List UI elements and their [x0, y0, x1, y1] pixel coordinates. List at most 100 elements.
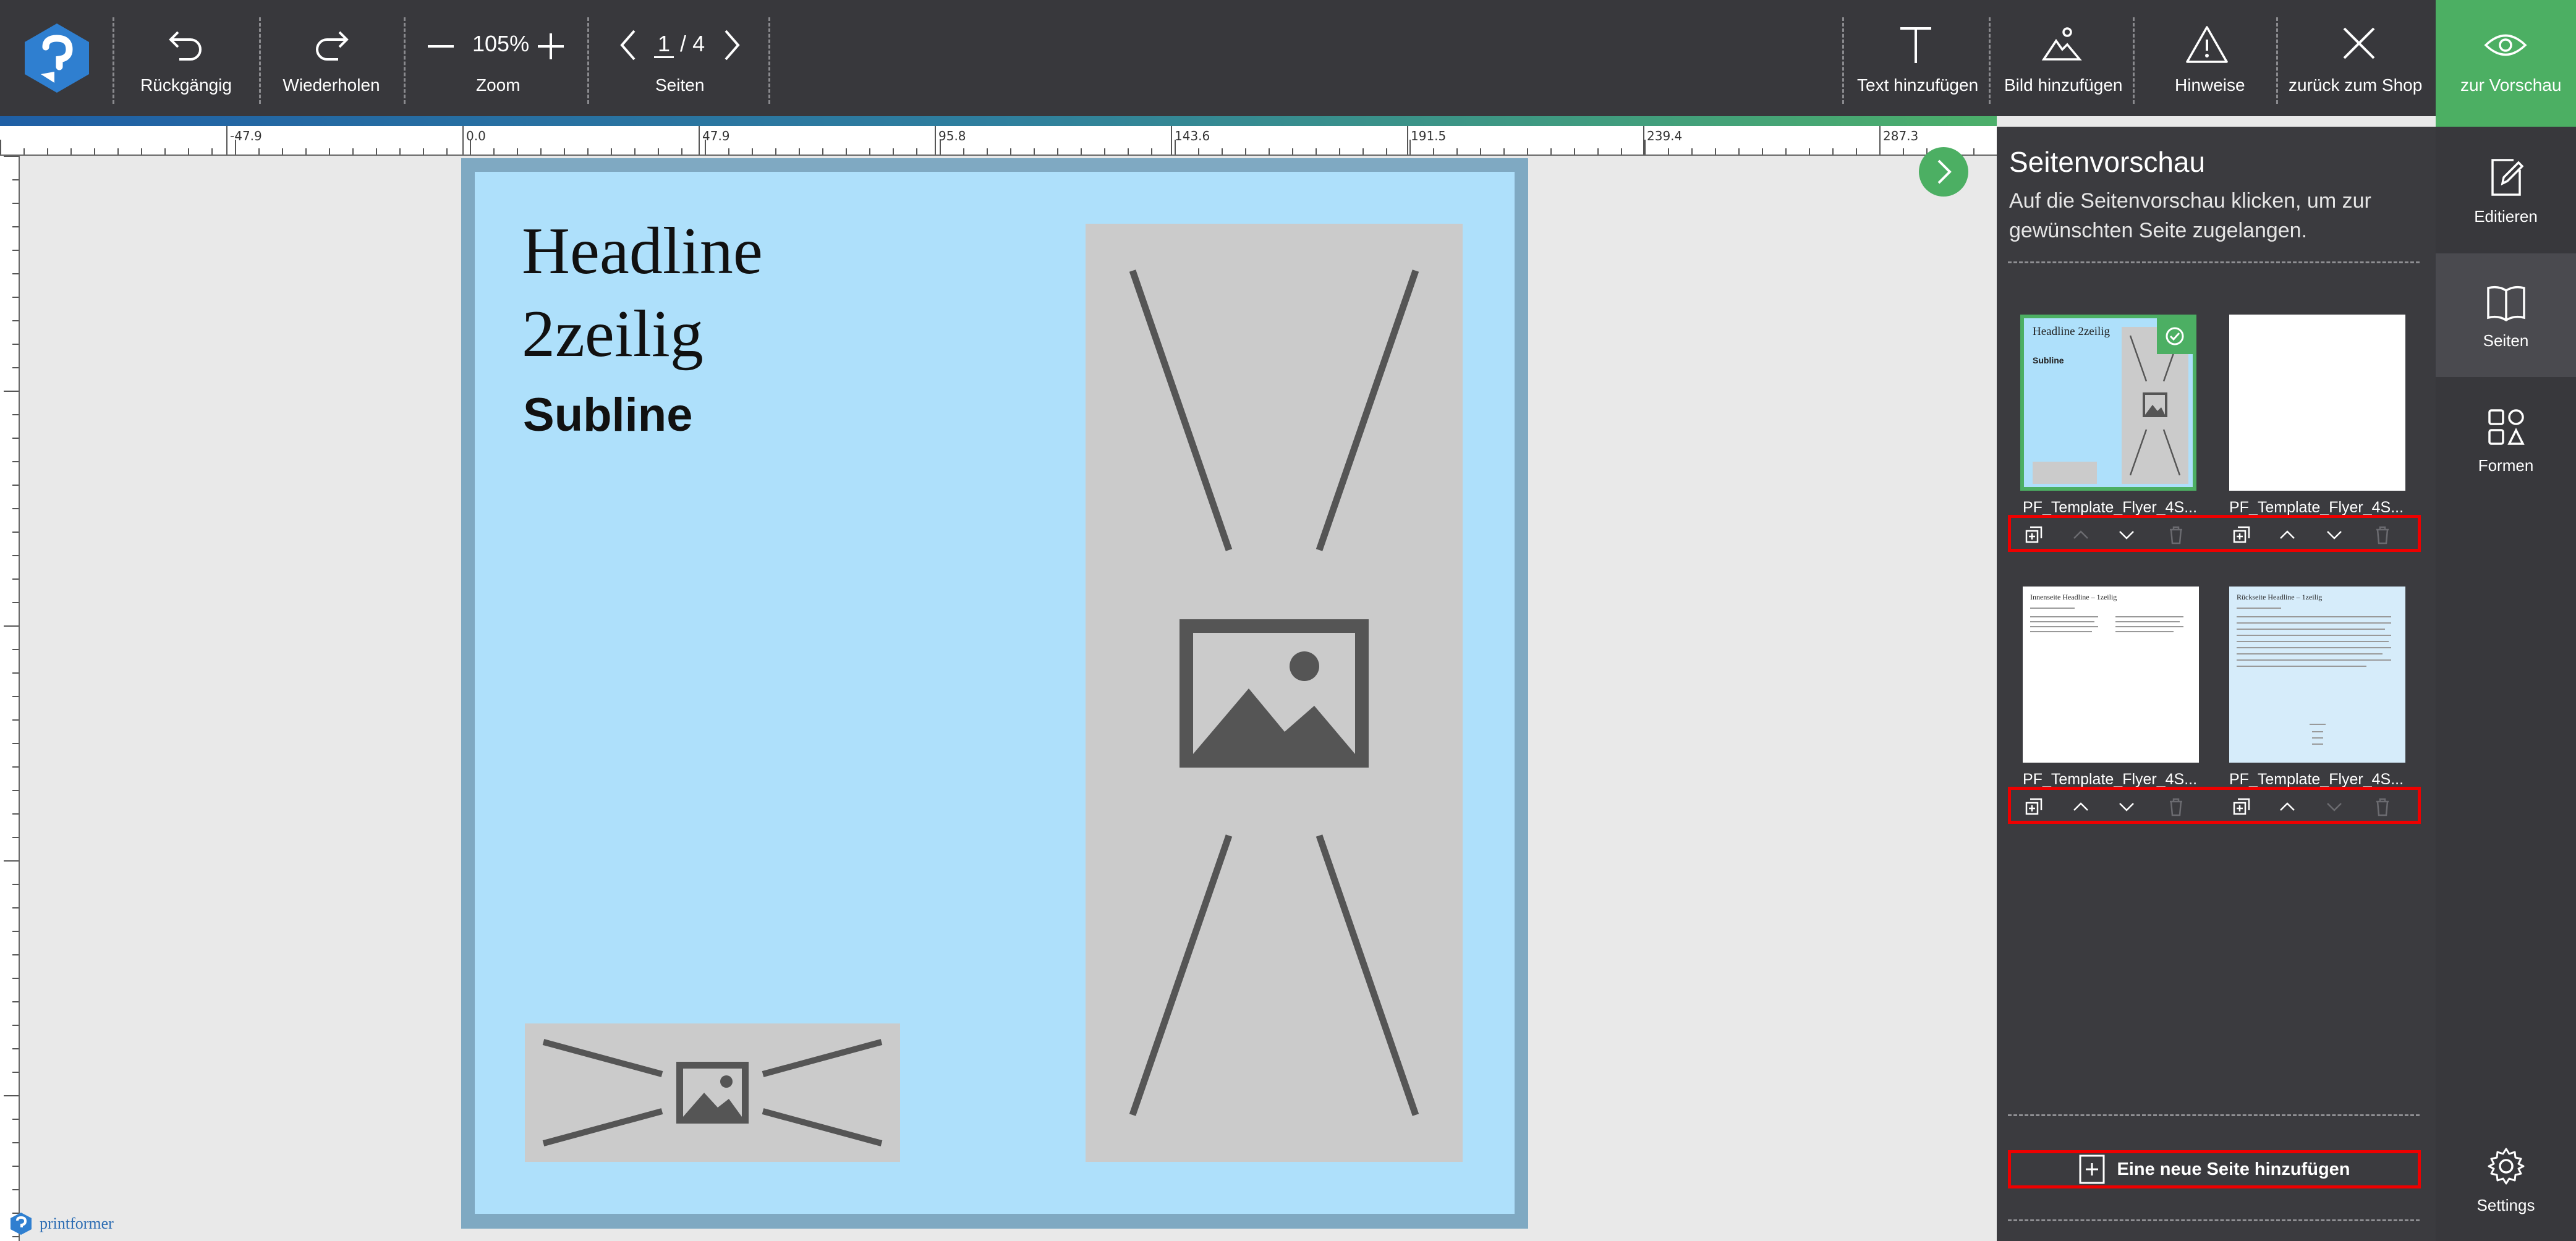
ruler-tick: [4, 1095, 19, 1096]
ruler-tick: [1809, 148, 1810, 155]
ruler-tick: [12, 578, 19, 580]
image-placeholder-small[interactable]: [525, 1023, 900, 1162]
move-down-button[interactable]: [2116, 796, 2137, 817]
ruler-tick: [634, 148, 635, 155]
move-down-button[interactable]: [2116, 524, 2137, 545]
ruler-tick: [658, 148, 659, 155]
hints-label: Hinweise: [2175, 75, 2245, 95]
duplicate-page-button[interactable]: [2231, 524, 2252, 545]
ruler-tick: [12, 250, 19, 251]
ruler-tick: [869, 148, 870, 155]
app-logo[interactable]: [0, 0, 114, 116]
ruler-tick: [846, 148, 847, 155]
ruler-tick: [211, 148, 213, 155]
current-page[interactable]: 1: [654, 31, 674, 58]
trash-button: [2372, 796, 2393, 817]
headline-text[interactable]: Headline 2zeilig: [522, 210, 763, 376]
ruler-tick: [1480, 148, 1481, 155]
ruler-tick: [12, 555, 19, 556]
sidebar-item-settings[interactable]: Settings: [2436, 1116, 2576, 1239]
page-thumbnail-2[interactable]: [2229, 315, 2405, 491]
zoom-in-icon[interactable]: [535, 31, 566, 62]
ruler-tick: [12, 226, 19, 227]
sidebar-pages-label: Seiten: [2483, 331, 2529, 350]
add-new-page-label: Eine neue Seite hinzufügen: [2117, 1159, 2350, 1179]
trash-icon: [2170, 526, 2182, 544]
ruler-tick: [399, 148, 401, 155]
ruler-tick: [12, 602, 19, 603]
editor-canvas[interactable]: Headline 2zeilig Subline: [20, 156, 1997, 1241]
add-image-button[interactable]: Bild hinzufügen: [1997, 0, 2127, 116]
ruler-tick: [1151, 148, 1152, 155]
ruler-major-tick: [1643, 126, 1644, 155]
ruler-tick: [12, 813, 19, 815]
ruler-tick: [1715, 148, 1716, 155]
ruler-tick: [1104, 148, 1105, 155]
ruler-tick: [12, 696, 19, 697]
thumb-4-title: Rückseite Headline – 1zeilig: [2237, 593, 2323, 601]
duplicate-page-button[interactable]: [2231, 796, 2252, 817]
duplicate-page-button[interactable]: [2023, 524, 2044, 545]
back-to-shop-button[interactable]: zurück zum Shop: [2281, 0, 2436, 116]
ruler-label: 95.8: [938, 129, 966, 143]
duplicate-page-icon: [2025, 526, 2043, 543]
move-down-button[interactable]: [2324, 524, 2345, 545]
hints-button[interactable]: Hinweise: [2139, 0, 2275, 116]
zoom-out-icon[interactable]: [425, 31, 456, 62]
ruler-tick: [775, 148, 776, 155]
sidebar-item-edit[interactable]: Editieren: [2436, 127, 2576, 250]
trash-button: [2166, 796, 2187, 817]
eye-icon: [2484, 34, 2527, 56]
undo-button[interactable]: Rückgängig: [136, 0, 236, 116]
divider: [2008, 1114, 2420, 1116]
ruler-tick: [12, 203, 19, 204]
ruler-major-tick: [935, 126, 936, 155]
move-up-button[interactable]: [2277, 796, 2298, 817]
ruler-tick: [352, 148, 354, 155]
sidebar-settings-label: Settings: [2476, 1196, 2535, 1214]
ruler-tick: [141, 148, 142, 155]
zoom-value: 105%: [472, 31, 530, 56]
preview-button[interactable]: zur Vorschau: [2436, 0, 2576, 127]
ruler-tick: [1010, 148, 1011, 155]
subline-text[interactable]: Subline: [523, 388, 692, 442]
move-up-button[interactable]: [2070, 796, 2091, 817]
duplicate-page-icon: [2025, 798, 2043, 815]
ruler-tick: [4, 860, 19, 862]
add-text-button[interactable]: Text hinzufügen: [1848, 0, 1984, 116]
next-page-icon[interactable]: [721, 28, 743, 62]
warning-icon: [2186, 26, 2228, 63]
ruler-tick: [1386, 148, 1387, 155]
ruler-tick: [1245, 148, 1246, 155]
edit-icon: [2491, 159, 2523, 196]
image-icon: [1180, 619, 1369, 768]
ruler-tick: [12, 297, 19, 298]
move-down-icon: [2119, 803, 2134, 811]
ruler-tick: [681, 148, 682, 155]
page-name-4: PF_Template_Flyer_4S...: [2229, 771, 2404, 788]
page-thumbnail-1[interactable]: Headline 2zeilig Subline: [2020, 315, 2196, 491]
redo-button[interactable]: Wiederholen: [279, 0, 383, 116]
prev-page-icon[interactable]: [617, 28, 639, 62]
ruler-tick: [12, 1119, 19, 1120]
ruler-tick: [1527, 148, 1528, 155]
sidebar-shapes-label: Formen: [2478, 456, 2534, 475]
ruler-major-tick: [1407, 126, 1408, 155]
horizontal-ruler: -47.9 0.0 47.9 95.8 143.6 191.5 239.4 287.3: [0, 126, 1997, 156]
trash-button: [2372, 524, 2393, 545]
image-mountain-icon: [2041, 27, 2082, 61]
ruler-tick: [1316, 148, 1317, 155]
duplicate-page-button[interactable]: [2023, 796, 2044, 817]
sidebar-item-shapes[interactable]: Formen: [2436, 377, 2576, 501]
page-thumbnail-4[interactable]: Rückseite Headline – 1zeilig: [2229, 587, 2405, 763]
gear-icon: [2488, 1148, 2524, 1185]
move-up-button[interactable]: [2277, 524, 2298, 545]
sidebar-item-pages[interactable]: Seiten: [2436, 253, 2576, 377]
add-new-page-button[interactable]: Eine neue Seite hinzufügen: [2008, 1150, 2421, 1188]
ruler-tick: [1785, 148, 1787, 155]
ruler-tick: [1856, 148, 1857, 155]
trash-button: [2166, 524, 2187, 545]
image-placeholder-large[interactable]: [1086, 224, 1463, 1162]
next-page-arrow-button[interactable]: [1919, 147, 1968, 197]
page-thumbnail-3[interactable]: Innenseite Headline – 1zeilig: [2023, 587, 2199, 763]
